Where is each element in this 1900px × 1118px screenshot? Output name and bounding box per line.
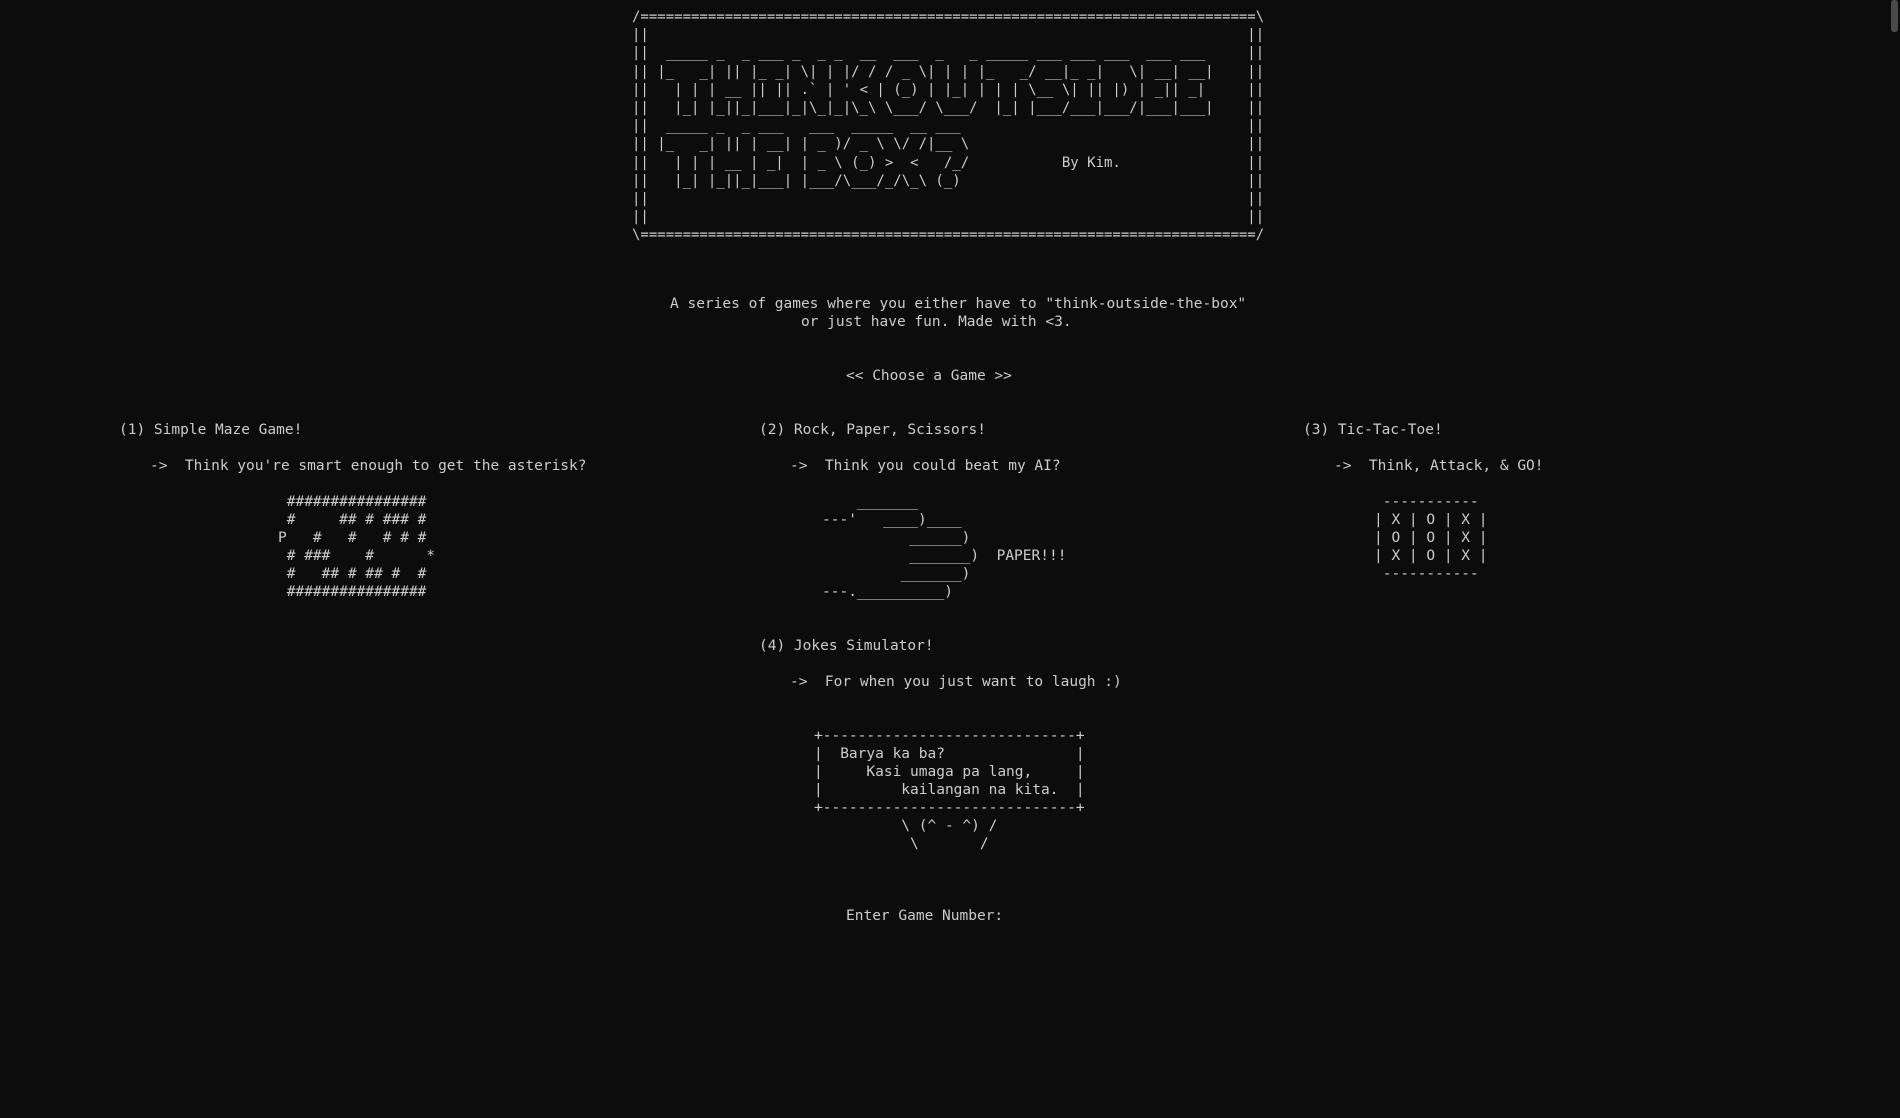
tagline: A series of games where you either have … <box>670 296 1247 330</box>
tic-tac-toe-ascii-art: ----------- | X | O | X | | O | O | X | … <box>1374 494 1488 582</box>
game-number-prompt[interactable]: Enter Game Number: <box>846 907 1003 925</box>
game-2-title: (2) Rock, Paper, Scissors! <box>759 422 986 438</box>
game-1-title: (1) Simple Maze Game! <box>119 422 303 438</box>
vertical-scrollbar[interactable] <box>1889 0 1900 1118</box>
choose-game-heading: << Choose a Game >> <box>846 368 1012 384</box>
maze-ascii-art: ################ # ## # ### # P # # # # … <box>278 494 436 600</box>
scrollbar-thumb[interactable] <box>1891 0 1898 32</box>
game-4-description: -> For when you just want to laugh :) <box>790 674 1122 690</box>
joke-box-ascii-art: +-----------------------------+ | Barya … <box>814 728 1085 852</box>
game-3-title: (3) Tic-Tac-Toe! <box>1303 422 1443 438</box>
game-3-description: -> Think, Attack, & GO! <box>1334 458 1544 474</box>
game-1-description: -> Think you're smart enough to get the … <box>150 458 587 474</box>
title-banner-ascii-art: /=======================================… <box>632 9 1265 244</box>
paper-hand-ascii-art: _______ ---' ____)____ ______) _______) … <box>822 494 1067 600</box>
game-4-title: (4) Jokes Simulator! <box>759 638 934 654</box>
game-2-description: -> Think you could beat my AI? <box>790 458 1061 474</box>
